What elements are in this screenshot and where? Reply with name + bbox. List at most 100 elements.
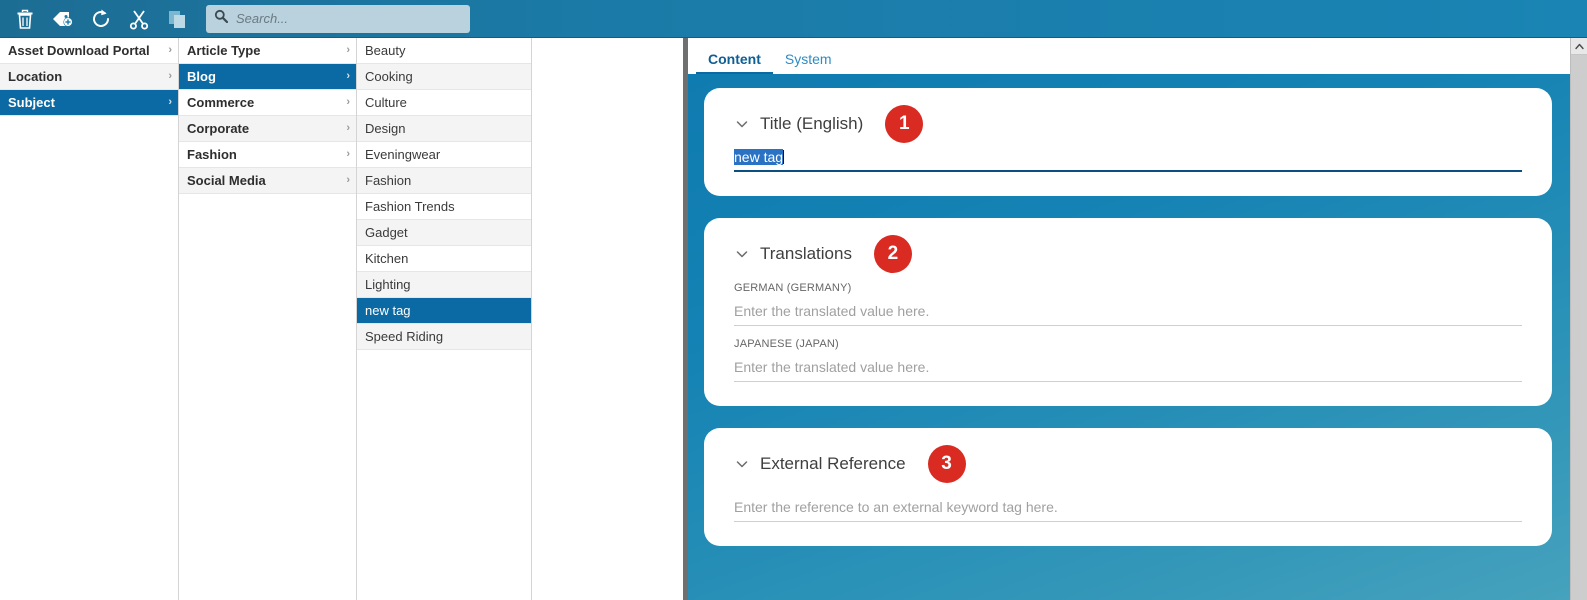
japanese-language-label: JAPANESE (JAPAN) [734,338,839,350]
title-card: Title (English) 1 new tag [704,88,1552,196]
browser-column-subject: Article Type › Blog › Commerce › Corporate › Fas… [178,38,356,600]
browser-row[interactable]: Speed Riding [357,324,531,350]
browser-row-label: Culture [365,95,407,110]
browser-row[interactable]: Subject › [0,90,178,116]
browser-column-blog: Beauty Cooking Culture Design Eveningwear Fas… [356,38,531,600]
title-card-header: Title (English) 1 [734,105,1522,143]
browser-row-label: Location [8,69,63,84]
browser-row[interactable]: Fashion Trends [357,194,531,220]
browser-row[interactable]: Gadget [357,220,531,246]
external-reference-field[interactable] [734,496,1522,522]
browser-row[interactable]: new tag [357,298,531,324]
translations-card-label: Translations [760,244,852,263]
german-translation-field[interactable] [734,300,1522,326]
browser-row[interactable]: Article Type › [179,38,356,64]
browser-row[interactable]: Fashion › [179,142,356,168]
vertical-scrollbar[interactable] [1570,38,1587,600]
browser-row-label: Gadget [365,225,408,240]
search-input[interactable] [236,4,462,33]
translations-card: Translations 2 GERMAN (GERMANY) JAPANESE… [704,218,1552,406]
add-tag-icon [51,8,75,30]
browser-column-root: Asset Download Portal › Location › Subject › [0,38,178,600]
browser-row-label: Speed Riding [365,329,444,344]
browser-row[interactable]: Cooking [357,64,531,90]
chevron-down-icon[interactable] [734,116,750,132]
browser-column-empty [531,38,683,600]
german-language-label: GERMAN (GERMANY) [734,282,852,294]
detail-pane: Content System Title (English) 1 new tag… [688,38,1570,600]
browser-row[interactable]: Social Media › [179,168,356,194]
add-tag-button[interactable] [44,2,82,36]
external-reference-input[interactable] [734,496,1522,522]
tab-system[interactable]: System [773,52,844,74]
chevron-right-icon: › [168,70,172,82]
copy-button[interactable] [158,2,196,36]
chevron-up-icon [1575,43,1584,49]
title-selected-text: new tag [734,149,784,165]
browser-row-label: Blog [187,69,216,84]
japanese-translation-input[interactable] [734,356,1522,382]
browser-row-label: Lighting [365,277,411,292]
browser-row[interactable]: Lighting [357,272,531,298]
browser-row-label: Asset Download Portal [8,43,150,58]
title-input-underline [734,170,1522,172]
german-translation-input[interactable] [734,300,1522,326]
external-reference-card-header: External Reference 3 [734,445,1522,483]
refresh-button[interactable] [82,2,120,36]
chevron-right-icon: › [346,44,350,56]
toolbar [0,0,1587,38]
browser-row-label: Cooking [365,69,413,84]
browser-row-label: Subject [8,95,55,110]
chevron-right-icon: › [346,148,350,160]
chevron-right-icon: › [168,96,172,108]
copy-icon [166,8,188,30]
browser-row[interactable]: Design [357,116,531,142]
browser-row[interactable]: Beauty [357,38,531,64]
cut-icon [128,8,150,30]
tab-bar: Content System [688,38,1570,76]
browser-row-label: Beauty [365,43,406,58]
browser-row[interactable]: Culture [357,90,531,116]
title-input[interactable]: new tag [734,142,1522,172]
browser-row[interactable]: Blog › [179,64,356,90]
chevron-down-icon[interactable] [734,456,750,472]
external-reference-card-label: External Reference [760,454,906,473]
application-window: Asset Download Portal›Location›Subject› … [0,0,1587,600]
cut-button[interactable] [120,2,158,36]
title-card-label: Title (English) [760,114,864,133]
browser-row-label: Design [365,121,406,136]
chevron-right-icon: › [346,122,350,134]
column-browser: Asset Download Portal › Location › Subject › … [0,38,683,600]
browser-row-label: Commerce [187,95,255,110]
chevron-right-icon: › [346,96,350,108]
chevron-down-icon[interactable] [734,246,750,262]
search-box[interactable] [206,4,470,33]
browser-row-label: Article Type [187,43,261,58]
japanese-translation-field[interactable] [734,356,1522,382]
browser-row[interactable]: Location › [0,64,178,90]
delete-button[interactable] [6,2,44,36]
browser-row[interactable]: Asset Download Portal › [0,38,178,64]
refresh-icon [90,8,112,30]
step-badge-3: 3 [927,445,966,483]
tab-content[interactable]: Content [696,52,773,76]
browser-row[interactable]: Fashion [357,168,531,194]
browser-row[interactable]: Commerce › [179,90,356,116]
browser-row-label: Kitchen [365,251,409,266]
browser-row-label: Eveningwear [365,147,441,162]
browser-row-label: Fashion [365,173,412,188]
title-input-value: new tag [734,148,785,166]
browser-row[interactable]: Corporate › [179,116,356,142]
browser-row[interactable]: Kitchen [357,246,531,272]
translations-card-header: Translations 2 [734,235,1522,273]
chevron-right-icon: › [346,174,350,186]
external-reference-card: External Reference 3 [704,428,1552,546]
chevron-right-icon: › [346,70,350,82]
text-cursor [783,150,785,164]
browser-row-label: Corporate [187,121,250,136]
step-badge-2: 2 [873,235,912,273]
browser-row-label: new tag [365,303,411,318]
scroll-up-button[interactable] [1571,38,1587,55]
browser-row-label: Fashion Trends [365,199,455,214]
browser-row[interactable]: Eveningwear [357,142,531,168]
